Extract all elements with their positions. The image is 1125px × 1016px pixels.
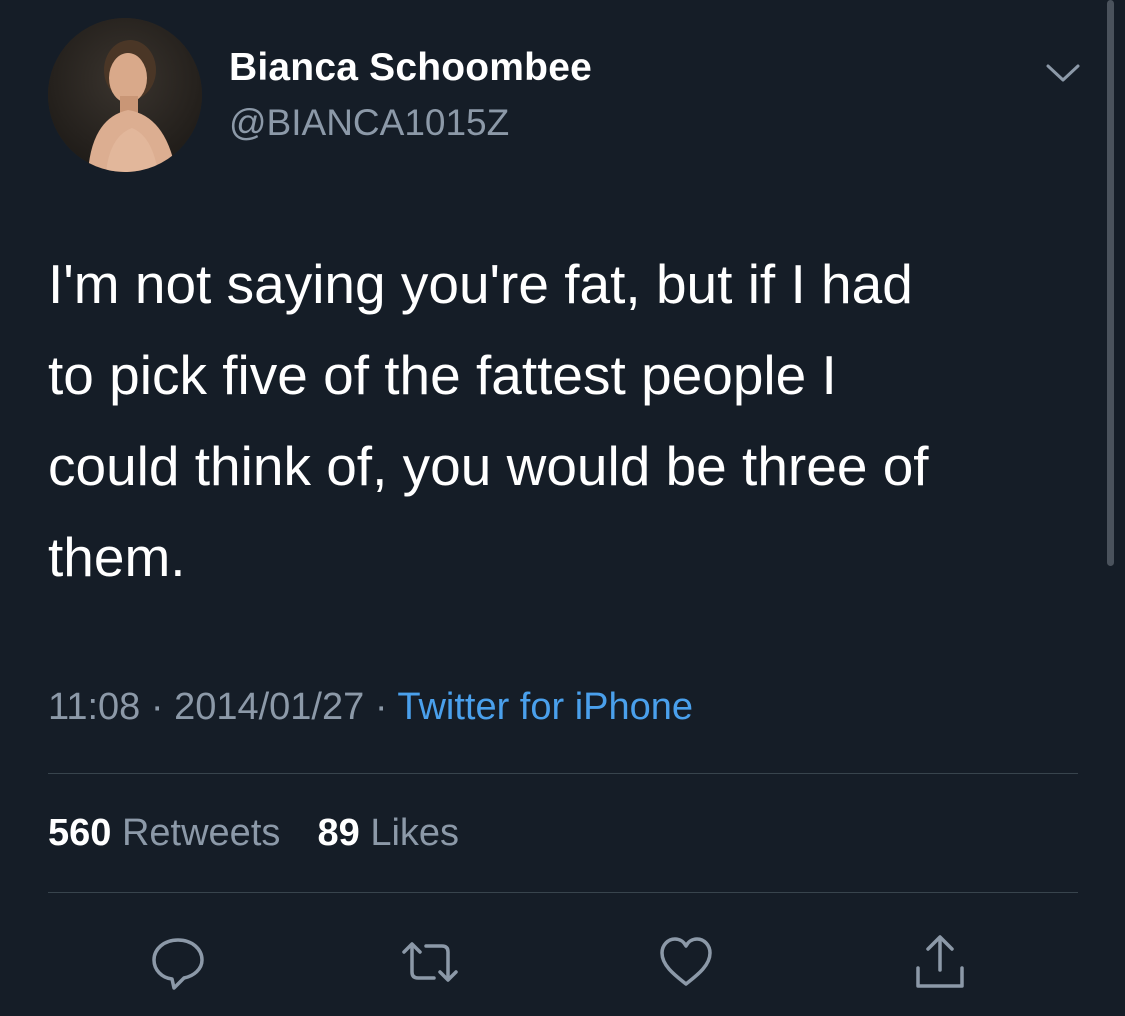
retweets-label: Retweets — [121, 812, 281, 854]
tweet-meta: 11:08 · 2014/01/27 · Twitter for iPhone — [48, 686, 693, 729]
share-icon[interactable] — [910, 932, 970, 992]
retweet-icon[interactable] — [400, 932, 460, 992]
scrollbar[interactable] — [1107, 0, 1114, 566]
user-display-name[interactable]: Bianca Schoombee — [229, 46, 592, 90]
tweet-text: I'm not saying you're fat, but if I had … — [48, 253, 929, 588]
user-handle[interactable]: @BIANCA1015Z — [229, 102, 509, 144]
heart-icon[interactable] — [656, 932, 716, 992]
meta-separator: · — [374, 686, 388, 728]
tweet-source-link[interactable]: Twitter for iPhone — [397, 686, 693, 728]
likes-count: 89 — [317, 812, 360, 854]
meta-separator: · — [150, 686, 164, 728]
chevron-down-icon[interactable] — [1040, 56, 1086, 88]
likes-label: Likes — [370, 812, 460, 854]
retweets-count: 560 — [48, 812, 112, 854]
avatar[interactable] — [48, 18, 202, 172]
retweets-stat[interactable]: 560 Retweets — [48, 812, 291, 854]
divider — [48, 773, 1078, 774]
tweet-stats: 560 Retweets 89 Likes — [48, 812, 459, 855]
avatar-image — [48, 18, 202, 172]
reply-icon[interactable] — [148, 932, 208, 992]
divider — [48, 892, 1078, 893]
likes-stat[interactable]: 89 Likes — [318, 812, 460, 854]
tweet-time: 11:08 — [48, 686, 141, 728]
tweet-date: 2014/01/27 — [174, 686, 365, 728]
